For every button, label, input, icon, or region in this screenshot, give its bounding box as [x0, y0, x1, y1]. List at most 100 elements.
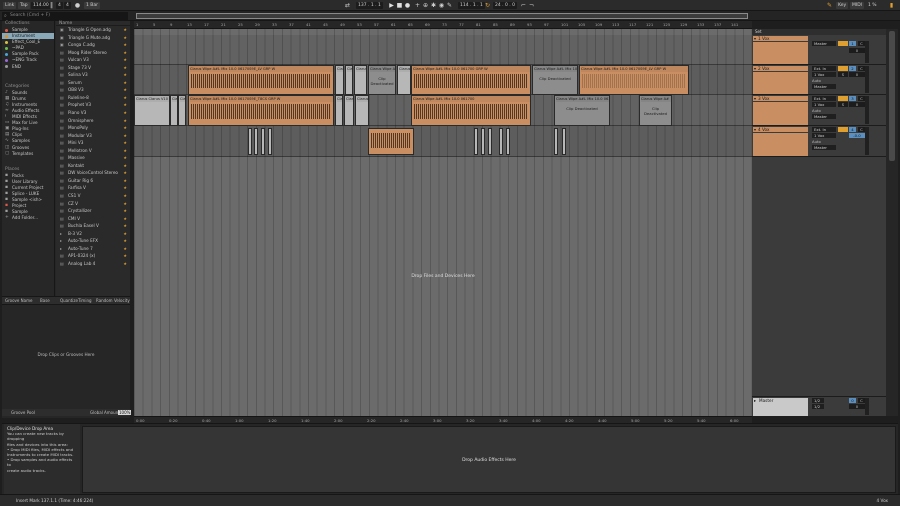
track-activator[interactable]: [838, 96, 848, 101]
scrollbar-thumb[interactable]: [889, 31, 895, 161]
audio-clip[interactable]: [254, 128, 258, 155]
track-number[interactable]: 1: [849, 41, 856, 46]
add-folder[interactable]: + Add Folder...: [2, 215, 54, 221]
track-number[interactable]: 2: [849, 66, 856, 71]
stop-icon[interactable]: ■: [396, 2, 403, 9]
automation-arm-icon[interactable]: ⊕: [422, 2, 429, 9]
track-number[interactable]: 4: [849, 127, 856, 132]
loop-length-field[interactable]: 24 . 0 . 0: [493, 2, 518, 9]
audio-clip[interactable]: Clarus Wipe A#L Mix 10.0 06170S9E_LV GRP…: [579, 65, 689, 95]
arrangement-overview[interactable]: [136, 13, 748, 19]
record-icon[interactable]: ●: [404, 2, 411, 9]
list-item[interactable]: ▤ Farfisa V ★: [56, 184, 130, 192]
search-input[interactable]: ⌕ Search (Cmd + F): [2, 12, 128, 20]
arrangement-drop-area[interactable]: Drop Files and Devices Here: [134, 274, 752, 279]
device-drop-area[interactable]: Drop Audio Effects Here: [82, 426, 896, 493]
punch-in-icon[interactable]: ⌐: [520, 2, 527, 9]
audio-clip[interactable]: Clar: [335, 65, 344, 95]
audio-clip[interactable]: Clarus Wipe A#L Mix 10.0 06170S9E_T8CS G…: [188, 95, 334, 126]
nudge-down-icon[interactable]: ‖: [48, 2, 55, 9]
audio-clip[interactable]: [481, 128, 485, 155]
list-item[interactable]: ▤ Ruleline-8 ★: [56, 94, 130, 102]
follow-icon[interactable]: ⇄: [344, 2, 351, 9]
pencil-icon[interactable]: ✎: [826, 2, 833, 9]
audio-clip[interactable]: Clar: [335, 95, 343, 126]
audio-clip[interactable]: Clarus W: [355, 95, 369, 126]
list-item[interactable]: ▤ AP1-0324 (x) ★: [56, 252, 130, 260]
track-pan[interactable]: C: [858, 66, 865, 71]
input-channel-select[interactable]: 1 Vox: [812, 102, 836, 107]
col-timing[interactable]: Timing: [78, 297, 92, 305]
list-item[interactable]: ▣ Conga C.adg ★: [56, 41, 130, 49]
track-pan[interactable]: C: [858, 96, 865, 101]
list-item[interactable]: ▤ Stage 73 V ★: [56, 64, 130, 72]
track-name[interactable]: ▾ 1 Vox: [753, 36, 808, 41]
session-record-icon[interactable]: ◉: [438, 2, 445, 9]
fold-icon[interactable]: ▸: [754, 398, 756, 404]
sig-numerator[interactable]: 4: [56, 2, 63, 9]
arrangement-view[interactable]: Clarus Wipe A#L Mix 10.0 06170S9E_LV GRP…: [134, 29, 752, 416]
audio-clip[interactable]: Clar: [170, 95, 178, 126]
audio-clip[interactable]: [488, 128, 492, 155]
capture-icon[interactable]: ✱: [430, 2, 437, 9]
deactivated-clip[interactable]: Clarus Wipe A#L Mix 10.0 061700Clip Deac…: [554, 95, 610, 126]
track-volume[interactable]: 0: [849, 72, 865, 77]
position-field[interactable]: 137 . 1 . 1: [356, 2, 383, 9]
list-item[interactable]: ▤ Serum ★: [56, 79, 130, 87]
audio-clip[interactable]: Clarus Wipe A#L Mix 10.0 06170S9E_LV GRP…: [188, 65, 334, 95]
col-velocity[interactable]: Velocity: [114, 297, 130, 305]
master-output[interactable]: 1/2: [812, 404, 824, 409]
track-activator[interactable]: [838, 127, 848, 132]
time-ruler[interactable]: 0:00 0:20 0:40 1:00 1:20 1:40 2:00 2:20 …: [134, 416, 752, 423]
fold-icon[interactable]: ▾: [754, 96, 756, 101]
loop-start-field[interactable]: 114 . 1 . 1: [458, 2, 485, 9]
audio-clip[interactable]: [261, 128, 265, 155]
expand-icon[interactable]: ▸: [60, 245, 62, 253]
list-item[interactable]: ▤ Moog Rider Stereo ★: [56, 49, 130, 57]
audio-clip[interactable]: [562, 128, 566, 155]
list-item[interactable]: ▸ Auto-Tune 7 ★: [56, 245, 130, 253]
track-pan[interactable]: C: [858, 127, 865, 132]
list-item[interactable]: ▤ Solina V3 ★: [56, 71, 130, 79]
track-activator[interactable]: [838, 66, 848, 71]
link-button[interactable]: Link: [3, 2, 17, 9]
list-item[interactable]: ▤ CS1 V ★: [56, 192, 130, 200]
list-item[interactable]: ▤ OB8 V3 ★: [56, 86, 130, 94]
list-item[interactable]: ▸ B-3 V2 ★: [56, 230, 130, 238]
beat-ruler[interactable]: 1 5 9 13 17 21 25 29 33 37 41 45 49 53 5…: [134, 21, 752, 29]
track-name[interactable]: ▾ 4 Vox: [753, 127, 808, 132]
monitor-auto[interactable]: Auto: [812, 78, 836, 83]
col-groove-name[interactable]: Groove Name: [5, 297, 32, 305]
list-item[interactable]: ▤ Modular V3 ★: [56, 132, 130, 140]
list-item[interactable]: ▤ Piano V3 ★: [56, 109, 130, 117]
solo-button[interactable]: S: [838, 102, 848, 107]
list-item[interactable]: ▤ Buchla Easel V ★: [56, 222, 130, 230]
audio-clip[interactable]: Clarus Clarus V10: [134, 95, 170, 126]
deactivated-clip[interactable]: Clarus Wipe A# Clip Deactivated: [368, 65, 396, 95]
audio-clip[interactable]: Clarus: [397, 65, 411, 95]
track-name[interactable]: ▾ 3 Vox: [753, 96, 808, 101]
track-name[interactable]: ▾ 2 Vox: [753, 66, 808, 71]
fold-icon[interactable]: ▾: [754, 66, 756, 71]
audio-clip[interactable]: Clar: [344, 95, 354, 126]
deactivated-clip[interactable]: Clarus Wipe A#L Mix 10.0 061700Clip Deac…: [532, 65, 578, 95]
input-channel-select[interactable]: 1 Vox: [812, 133, 836, 138]
master-track-header[interactable]: ▸ Master 1/2 1/2 0 C 0: [752, 396, 886, 416]
audio-clip[interactable]: [268, 128, 272, 155]
track-number[interactable]: 3: [849, 96, 856, 101]
expand-icon[interactable]: ▸: [60, 237, 62, 245]
track-pan[interactable]: C: [858, 41, 865, 46]
master-name[interactable]: ▸ Master: [753, 398, 808, 416]
track-header-2[interactable]: ▾ 2 Vox Ext. In 1 Vox Auto Master 2 C S 0: [752, 65, 886, 95]
deactivated-clip[interactable]: Clarus Wipe A# Clip Deactivated: [639, 95, 672, 126]
track-volume[interactable]: 0: [849, 102, 865, 107]
list-item[interactable]: ▸ Auto-Tune EFX ★: [56, 237, 130, 245]
audio-clip[interactable]: [368, 128, 414, 155]
monitor-auto[interactable]: Auto: [812, 139, 836, 144]
input-type-select[interactable]: Ext. In: [812, 66, 836, 71]
vertical-scrollbar[interactable]: [886, 29, 898, 416]
sig-denominator[interactable]: 4: [64, 2, 71, 9]
overview-visible-region[interactable]: [136, 13, 748, 19]
output-select[interactable]: Master: [812, 84, 836, 89]
list-item[interactable]: ▣ Triangle G Open.adg ★: [56, 26, 130, 34]
